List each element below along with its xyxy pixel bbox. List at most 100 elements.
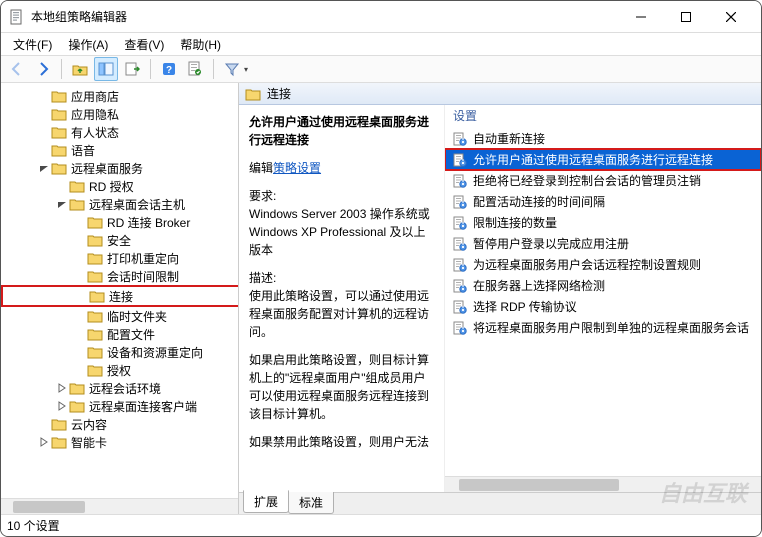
scrollbar-thumb[interactable] xyxy=(13,501,85,513)
folder-icon xyxy=(51,125,67,139)
toolbar-separator-3 xyxy=(213,59,214,79)
settings-list-item[interactable]: 将远程桌面服务用户限制到单独的远程桌面服务会话 xyxy=(445,317,761,338)
settings-column-header[interactable]: 设置 xyxy=(445,105,761,128)
menubar: 文件(F) 操作(A) 查看(V) 帮助(H) xyxy=(1,33,761,55)
tree-item[interactable]: 应用隐私 xyxy=(1,105,239,123)
settings-list-item[interactable]: 在服务器上选择网络检测 xyxy=(445,275,761,296)
tree-item[interactable]: 远程桌面连接客户端 xyxy=(1,397,239,415)
close-button[interactable] xyxy=(708,1,753,33)
toolbar-show-hide-tree[interactable] xyxy=(94,57,118,81)
toolbar-forward[interactable] xyxy=(31,57,55,81)
settings-list-item[interactable]: 暂停用户登录以完成应用注册 xyxy=(445,233,761,254)
tree-expand-toggle[interactable] xyxy=(55,199,69,209)
settings-item-label: 限制连接的数量 xyxy=(473,214,557,231)
tree-item[interactable]: 远程会话环境 xyxy=(1,379,239,397)
folder-icon xyxy=(51,417,67,431)
tab-standard[interactable]: 标准 xyxy=(288,492,334,514)
tree-expand-toggle[interactable] xyxy=(55,383,69,393)
tree-item[interactable]: 智能卡 xyxy=(1,433,239,451)
forward-arrow-icon xyxy=(35,61,51,77)
back-arrow-icon xyxy=(9,61,25,77)
settings-list-item[interactable]: 限制连接的数量 xyxy=(445,212,761,233)
tree-item-label: 远程桌面服务 xyxy=(71,160,143,177)
description-text-3: 如果禁用此策略设置，则用户无法 xyxy=(249,433,434,451)
folder-icon xyxy=(51,89,67,103)
settings-list-item[interactable]: 拒绝将已经登录到控制台会话的管理员注销 xyxy=(445,170,761,191)
edit-policy-link[interactable]: 策略设置 xyxy=(273,161,321,175)
maximize-button[interactable] xyxy=(663,1,708,33)
tree-item[interactable]: 云内容 xyxy=(1,415,239,433)
tree-expand-toggle[interactable] xyxy=(37,163,51,173)
menu-action[interactable]: 操作(A) xyxy=(60,34,116,55)
toolbar-help[interactable]: ? xyxy=(157,57,181,81)
tree-item-label: 会话时间限制 xyxy=(107,268,179,285)
policy-icon xyxy=(453,132,467,146)
tree-item-label: 应用商店 xyxy=(71,88,119,105)
app-window: 本地组策略编辑器 文件(F) 操作(A) 查看(V) 帮助(H) xyxy=(0,0,762,537)
requirements-text: Windows Server 2003 操作系统或 Windows XP Pro… xyxy=(249,205,434,259)
tree-item[interactable]: 配置文件 xyxy=(1,325,239,343)
settings-item-label: 暂停用户登录以完成应用注册 xyxy=(473,235,629,252)
settings-list-item[interactable]: 允许用户通过使用远程桌面服务进行远程连接 xyxy=(445,149,761,170)
toolbar-filter[interactable] xyxy=(220,57,244,81)
toolbar-up-level[interactable] xyxy=(68,57,92,81)
tree-item[interactable]: 应用商店 xyxy=(1,87,239,105)
details-body: 允许用户通过使用远程桌面服务进行远程连接 编辑策略设置 要求: Windows … xyxy=(239,105,761,492)
tree-expand-toggle[interactable] xyxy=(55,401,69,411)
minimize-button[interactable] xyxy=(618,1,663,33)
tree-item-label: 设备和资源重定向 xyxy=(107,344,203,361)
settings-list-item[interactable]: 配置活动连接的时间间隔 xyxy=(445,191,761,212)
chevron-expanded-icon xyxy=(57,199,67,209)
tree-item-label: 打印机重定向 xyxy=(107,250,179,267)
folder-icon xyxy=(245,87,261,101)
tree-item[interactable]: RD 连接 Broker xyxy=(1,213,239,231)
settings-scrollbar[interactable] xyxy=(445,476,761,492)
tree-item[interactable]: 语音 xyxy=(1,141,239,159)
settings-item-label: 将远程桌面服务用户限制到单独的远程桌面服务会话 xyxy=(473,319,749,336)
tree-item[interactable]: 连接 xyxy=(1,285,239,307)
folder-icon xyxy=(87,327,103,341)
settings-list-item[interactable]: 选择 RDP 传输协议 xyxy=(445,296,761,317)
tree-item[interactable]: 打印机重定向 xyxy=(1,249,239,267)
close-icon xyxy=(726,12,736,22)
folder-icon xyxy=(69,197,85,211)
tree-item-label: 连接 xyxy=(109,288,133,305)
settings-list-item[interactable]: 自动重新连接 xyxy=(445,128,761,149)
export-list-icon xyxy=(124,61,140,77)
settings-list-item[interactable]: 为远程桌面服务用户会话远程控制设置规则 xyxy=(445,254,761,275)
titlebar: 本地组策略编辑器 xyxy=(1,1,761,33)
tree-pane[interactable]: 应用商店应用隐私有人状态语音远程桌面服务RD 授权远程桌面会话主机RD 连接 B… xyxy=(1,83,239,514)
settings-item-label: 自动重新连接 xyxy=(473,130,545,147)
details-pane: 连接 允许用户通过使用远程桌面服务进行远程连接 编辑策略设置 要求: Windo… xyxy=(239,83,761,514)
policy-icon xyxy=(453,237,467,251)
tree-item-label: RD 授权 xyxy=(89,178,134,195)
chevron-collapsed-icon xyxy=(58,383,66,393)
toolbar-export-list[interactable] xyxy=(120,57,144,81)
tree-item[interactable]: 有人状态 xyxy=(1,123,239,141)
tree-item[interactable]: 临时文件夹 xyxy=(1,307,239,325)
tree-item[interactable]: RD 授权 xyxy=(1,177,239,195)
tree-item[interactable]: 安全 xyxy=(1,231,239,249)
toolbar-properties[interactable] xyxy=(183,57,207,81)
tab-extended[interactable]: 扩展 xyxy=(243,490,289,513)
toolbar: ? ▾ xyxy=(1,55,761,83)
chevron-down-icon[interactable]: ▾ xyxy=(244,65,248,74)
scrollbar-thumb[interactable] xyxy=(459,479,619,491)
tree-item[interactable]: 会话时间限制 xyxy=(1,267,239,285)
tree-item[interactable]: 远程桌面服务 xyxy=(1,159,239,177)
menu-help[interactable]: 帮助(H) xyxy=(172,34,229,55)
menu-view[interactable]: 查看(V) xyxy=(116,34,172,55)
menu-file[interactable]: 文件(F) xyxy=(5,34,60,55)
details-header: 连接 xyxy=(239,83,761,105)
tree-scrollbar[interactable] xyxy=(1,498,238,514)
toolbar-back[interactable] xyxy=(5,57,29,81)
tree-expand-toggle[interactable] xyxy=(37,437,51,447)
settings-list[interactable]: 设置 自动重新连接允许用户通过使用远程桌面服务进行远程连接拒绝将已经登录到控制台… xyxy=(445,105,761,492)
tree-item[interactable]: 授权 xyxy=(1,361,239,379)
toolbar-separator-2 xyxy=(150,59,151,79)
tree-item[interactable]: 远程桌面会话主机 xyxy=(1,195,239,213)
policy-icon xyxy=(453,195,467,209)
minimize-icon xyxy=(636,12,646,22)
tree-item[interactable]: 设备和资源重定向 xyxy=(1,343,239,361)
description-text-2: 如果启用此策略设置，则目标计算机上的"远程桌面用户"组成员用户可以使用远程桌面服… xyxy=(249,351,434,423)
